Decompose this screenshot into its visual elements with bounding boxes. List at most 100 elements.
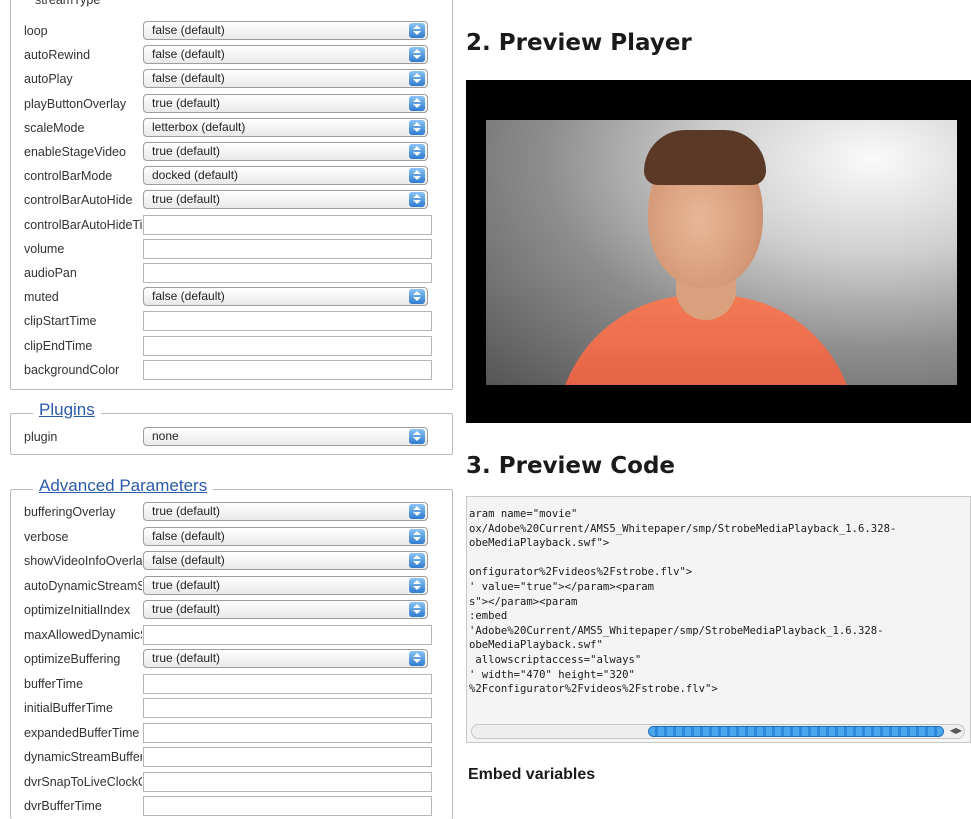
code-textarea[interactable]: aram name="movie" ox/Adobe%20Current/AMS…	[466, 496, 971, 743]
updown-arrows-icon	[409, 429, 425, 444]
param-label: autoDynamicStreamSwitch	[24, 578, 142, 593]
param-row: expandedBufferTime	[24, 722, 434, 744]
param-select-value: false (default)	[152, 289, 225, 304]
param-text-input[interactable]	[143, 335, 432, 356]
param-text-input[interactable]	[143, 624, 432, 645]
param-row: dvrBufferTime	[24, 796, 434, 817]
param-select-value: true (default)	[152, 95, 221, 110]
param-row: bufferTime	[24, 673, 434, 695]
arrow-right-icon[interactable]: ▶	[956, 726, 962, 735]
updown-arrows-icon	[409, 119, 425, 135]
param-text-input[interactable]	[143, 698, 432, 718]
param-label: volume	[24, 241, 65, 256]
param-select[interactable]: docked (default)	[143, 166, 428, 186]
param-select[interactable]: true (default)	[143, 190, 428, 210]
scrollbar-thumb[interactable]	[648, 726, 944, 737]
param-select[interactable]: true (default)	[143, 93, 428, 113]
param-label: controlBarAutoHide	[24, 193, 133, 208]
param-text-input[interactable]	[143, 796, 432, 816]
param-label: enableStageVideo	[24, 145, 126, 159]
updown-arrows-icon	[409, 144, 425, 159]
param-row: initialBufferTime	[24, 698, 434, 719]
param-select[interactable]: false (default)	[143, 551, 428, 570]
embed-variables-heading: Embed variables	[468, 766, 596, 783]
param-row-streamtype: streamType	[35, 0, 445, 11]
param-text-input[interactable]	[143, 263, 432, 283]
param-label: audioPan	[24, 266, 77, 280]
param-label: muted	[24, 290, 59, 305]
param-row: muted false (default)	[24, 287, 434, 308]
param-label: bufferTime	[24, 676, 84, 691]
updown-arrows-icon	[409, 602, 425, 617]
param-row: maxAllowedDynamicStreamIndex	[24, 624, 434, 646]
param-text-input[interactable]	[143, 673, 432, 694]
param-label: autoPlay	[24, 72, 73, 87]
preview-code-heading: 3. Preview Code	[466, 453, 676, 479]
param-text-input[interactable]	[143, 722, 432, 743]
param-label: optimizeInitialIndex	[24, 603, 131, 617]
updown-arrows-icon	[409, 71, 425, 87]
param-label: initialBufferTime	[24, 701, 113, 715]
embed-code-text: aram name="movie" ox/Adobe%20Current/AMS…	[469, 508, 897, 696]
param-select[interactable]: true (default)	[143, 600, 428, 619]
param-row: backgroundColor	[24, 359, 434, 381]
updown-arrows-icon	[409, 528, 425, 544]
param-select[interactable]: true (default)	[143, 575, 428, 595]
param-select[interactable]: true (default)	[143, 502, 428, 521]
param-label: clipStartTime	[24, 314, 97, 329]
param-label: loop	[24, 24, 48, 38]
param-label: showVideoInfoOverlay	[24, 554, 142, 568]
plugins-legend-link[interactable]: Plugins	[33, 400, 101, 420]
param-select-value: letterbox (default)	[152, 119, 246, 134]
param-select-value: true (default)	[152, 144, 221, 158]
param-label: backgroundColor	[24, 362, 120, 377]
param-row: optimizeBuffering true (default)	[24, 649, 434, 670]
updown-arrows-icon	[409, 651, 425, 666]
param-text-input[interactable]	[143, 747, 432, 767]
param-text-input[interactable]	[143, 214, 432, 235]
param-select[interactable]: false (default)	[143, 21, 428, 40]
param-row: dvrSnapToLiveClockOffset	[24, 771, 434, 793]
updown-arrows-icon	[409, 553, 425, 568]
person-hair	[644, 130, 766, 185]
updown-arrows-icon	[409, 577, 425, 593]
video-player[interactable]	[466, 80, 971, 423]
param-select[interactable]: false (default)	[143, 45, 428, 65]
param-select[interactable]: none	[143, 427, 428, 446]
param-select[interactable]: false (default)	[143, 287, 428, 307]
param-text-input[interactable]	[143, 238, 432, 259]
param-select[interactable]: false (default)	[143, 69, 428, 89]
updown-arrows-icon	[409, 168, 425, 184]
param-row: controlBarMode docked (default)	[24, 166, 434, 187]
param-select-value: false (default)	[152, 23, 225, 37]
param-row: optimizeInitialIndex true (default)	[24, 600, 434, 621]
param-text-input[interactable]	[143, 359, 432, 380]
param-select-value: docked (default)	[152, 168, 239, 183]
param-label: playButtonOverlay	[24, 96, 127, 111]
param-text-input[interactable]	[143, 311, 432, 332]
param-row: audioPan	[24, 263, 434, 284]
param-select[interactable]: false (default)	[143, 526, 428, 546]
param-row: showVideoInfoOverlay false (default)	[24, 551, 434, 572]
horizontal-scrollbar[interactable]: ◀▶	[471, 724, 965, 739]
param-select[interactable]: true (default)	[143, 649, 428, 668]
param-select[interactable]: true (default)	[143, 142, 428, 161]
param-row: plugin none	[24, 427, 434, 448]
param-label: maxAllowedDynamicStreamIndex	[24, 627, 142, 642]
param-row: enableStageVideo true (default)	[24, 142, 434, 163]
param-select-value: true (default)	[152, 192, 221, 207]
param-row: playButtonOverlay true (default)	[24, 93, 434, 115]
param-text-input[interactable]	[143, 771, 432, 792]
video-frame[interactable]	[486, 120, 957, 385]
param-label: scaleMode	[24, 120, 85, 135]
advanced-parameters-legend-link[interactable]: Advanced Parameters	[33, 476, 214, 496]
param-select[interactable]: letterbox (default)	[143, 117, 428, 137]
param-label: dynamicStreamBufferTime	[24, 750, 142, 764]
updown-arrows-icon	[409, 47, 425, 63]
param-label: autoRewind	[24, 48, 91, 63]
param-row: controlBarAutoHide true (default)	[24, 190, 434, 211]
param-select-value: true (default)	[152, 651, 221, 665]
param-row: clipEndTime	[24, 335, 434, 357]
param-row: loop false (default)	[24, 21, 434, 42]
param-label: clipEndTime	[24, 338, 93, 353]
